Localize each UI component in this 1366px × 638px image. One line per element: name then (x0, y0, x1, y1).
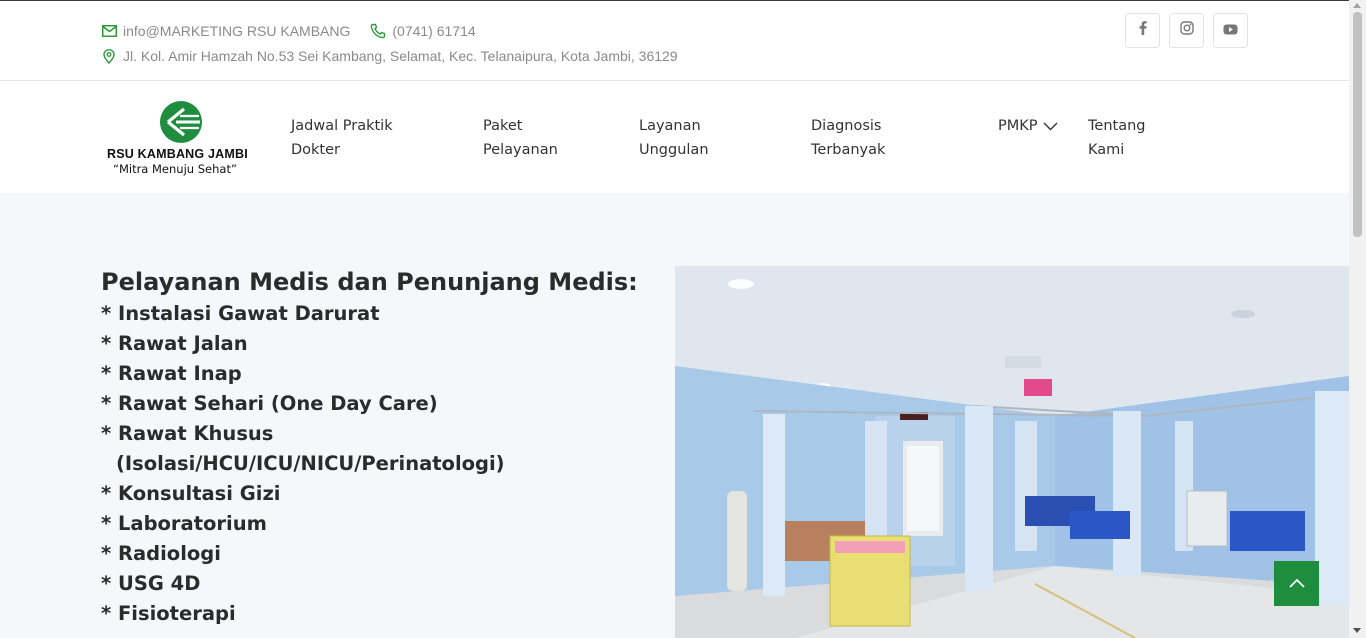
logo-mark-icon (159, 100, 203, 149)
page: info@MARKETING RSU KAMBANG (0741) 61714 … (0, 0, 1366, 638)
phone-link[interactable]: (0741) 61714 (370, 23, 476, 39)
services-list: * Instalasi Gawat Darurat * Rawat Jalan … (101, 299, 661, 629)
scroll-down-arrow-icon[interactable] (1353, 628, 1361, 633)
service-item: * Laboratorium (101, 512, 267, 535)
service-item: * Rawat Inap (101, 362, 242, 385)
chevron-down-icon (1043, 122, 1058, 131)
nav-jadwal-praktik-dokter[interactable]: Jadwal Praktik Dokter (291, 114, 393, 162)
page-scrollbar[interactable] (1349, 0, 1366, 638)
service-item: * Konsultasi Gizi (101, 482, 281, 505)
logo-name: RSU KAMBANG JAMBI (107, 147, 248, 161)
main-section: Pelayanan Medis dan Penunjang Medis: * I… (0, 193, 1349, 638)
location-pin-icon (101, 48, 117, 64)
nav-label-line2: Unggulan (639, 142, 709, 158)
site-logo[interactable]: RSU KAMBANG JAMBI “Mitra Menuju Sehat” (103, 100, 263, 180)
facebook-button[interactable] (1125, 13, 1160, 48)
scroll-up-arrow-icon[interactable] (1353, 3, 1361, 8)
scrollbar-thumb[interactable] (1353, 12, 1362, 237)
ward-photo-illustration (675, 266, 1349, 638)
service-item: * Rawat Sehari (One Day Care) (101, 392, 438, 415)
service-item-detail: (Isolasi/HCU/ICU/NICU/Perinatologi) (116, 452, 505, 475)
service-item: * Rawat Jalan (101, 332, 248, 355)
phone-icon (370, 23, 386, 39)
nav-label-line2: Terbanyak (811, 142, 886, 158)
logo-tagline: “Mitra Menuju Sehat” (113, 162, 237, 176)
nav-label-line1: Diagnosis (811, 118, 882, 134)
nav-label-line1: Jadwal Praktik (291, 118, 393, 134)
chevron-up-icon (1288, 575, 1305, 593)
scroll-to-top-button[interactable] (1274, 561, 1319, 606)
main-header: RSU KAMBANG JAMBI “Mitra Menuju Sehat” J… (0, 82, 1349, 193)
address-text: Jl. Kol. Amir Hamzah No.53 Sei Kambang, … (123, 48, 678, 64)
nav-label-line2: Pelayanan (483, 142, 558, 158)
service-item: * Fisioterapi (101, 602, 236, 625)
contact-row: info@MARKETING RSU KAMBANG (0741) 61714 (101, 23, 476, 39)
nav-diagnosis-terbanyak[interactable]: Diagnosis Terbanyak (811, 114, 885, 162)
nav-label-line2: Kami (1088, 142, 1125, 158)
nav-label-line2: Dokter (291, 142, 341, 158)
service-item: * Rawat Khusus (101, 422, 274, 445)
youtube-button[interactable] (1213, 13, 1248, 48)
envelope-icon (101, 23, 117, 39)
phone-number: (0741) 61714 (392, 23, 476, 39)
service-item-continuation: (Isolasi/HCU/ICU/NICU/Perinatologi) (101, 449, 661, 479)
services-heading: Pelayanan Medis dan Penunjang Medis: (101, 268, 638, 296)
nav-label-line1: Layanan (639, 118, 701, 134)
nav-tentang-kami[interactable]: Tentang Kami (1088, 114, 1145, 162)
instagram-icon (1179, 21, 1194, 40)
facebook-icon (1139, 21, 1147, 40)
nav-label-line1: Tentang (1088, 118, 1146, 134)
address-row: Jl. Kol. Amir Hamzah No.53 Sei Kambang, … (101, 48, 678, 64)
nav-layanan-unggulan[interactable]: Layanan Unggulan (639, 114, 709, 162)
top-info-bar: info@MARKETING RSU KAMBANG (0741) 61714 … (0, 1, 1349, 81)
nav-label-line1: Paket (483, 118, 523, 134)
services-block: Pelayanan Medis dan Penunjang Medis: * I… (101, 265, 661, 629)
email-link[interactable]: info@MARKETING RSU KAMBANG (123, 23, 350, 39)
nav-pmkp-dropdown[interactable]: PMKP (998, 114, 1058, 138)
nav-label: PMKP (998, 118, 1038, 134)
service-item: * Radiologi (101, 542, 221, 565)
service-item: * USG 4D (101, 572, 201, 595)
service-item: * Instalasi Gawat Darurat (101, 302, 380, 325)
youtube-icon (1223, 22, 1238, 40)
nav-paket-pelayanan[interactable]: Paket Pelayanan (483, 114, 558, 162)
instagram-button[interactable] (1169, 13, 1204, 48)
ward-photo (675, 266, 1349, 638)
